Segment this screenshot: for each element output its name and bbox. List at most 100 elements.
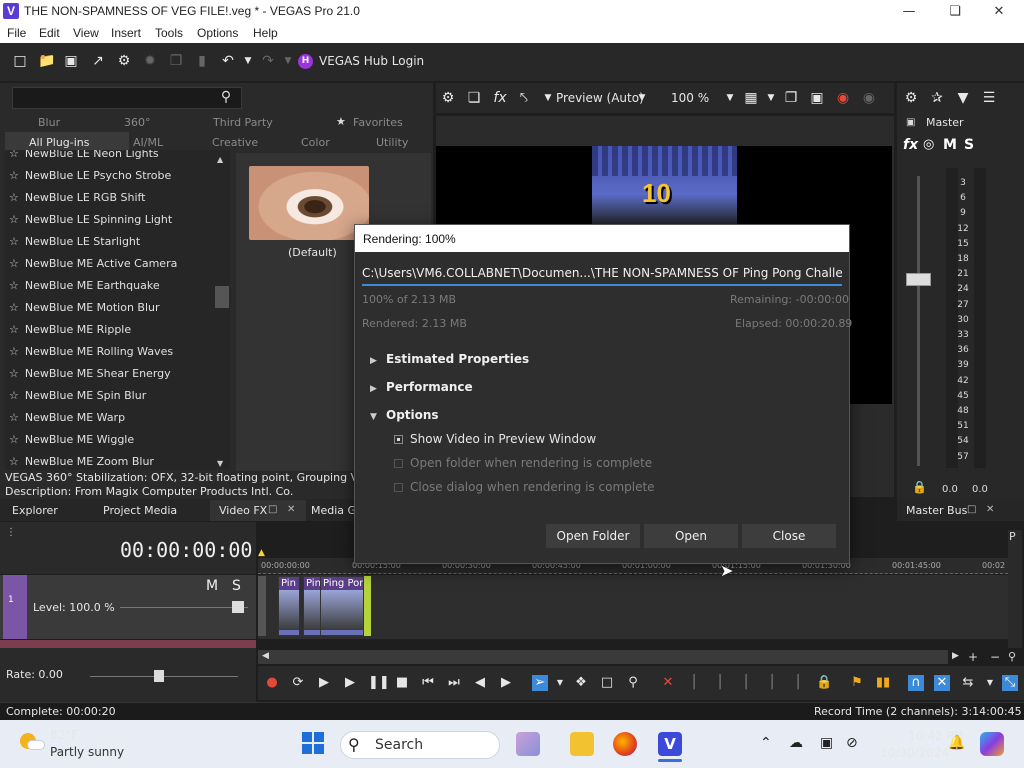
ripple-icon[interactable]: │ bbox=[790, 675, 806, 691]
tab-project-media[interactable]: Project Media bbox=[103, 504, 177, 517]
scroll-down-icon[interactable]: ▼ bbox=[217, 459, 223, 468]
track-mute-button[interactable]: M bbox=[206, 578, 218, 594]
tab-master-bus[interactable]: Master Bus bbox=[906, 504, 967, 517]
track-solo-button[interactable]: S bbox=[232, 578, 241, 594]
trim-icon[interactable]: │ bbox=[686, 675, 702, 691]
vegas-taskbar-icon[interactable]: V bbox=[658, 732, 682, 756]
undock-icon[interactable]: □ bbox=[268, 504, 277, 515]
firefox-icon[interactable] bbox=[613, 732, 637, 756]
menu-edit[interactable]: Edit bbox=[39, 26, 60, 40]
settings-gear-icon[interactable]: ⚙ bbox=[116, 53, 132, 69]
close-tab-icon[interactable]: ✕ bbox=[287, 504, 295, 515]
list-item[interactable]: ☆ NewBlue ME Rolling Waves bbox=[9, 341, 229, 363]
mixer-settings-gear-icon[interactable]: ⚙ bbox=[903, 90, 919, 106]
loop-playback-icon[interactable]: ⟳ bbox=[290, 675, 306, 691]
delete-icon[interactable]: ▮ bbox=[194, 53, 210, 69]
scroll-right-icon[interactable]: ▶ bbox=[952, 651, 959, 661]
vertical-zoom-bar[interactable] bbox=[1008, 530, 1022, 648]
close-dialog-checkbox[interactable] bbox=[394, 483, 403, 492]
category-favorites[interactable]: Favorites bbox=[353, 116, 403, 129]
grid-icon[interactable]: ▦ bbox=[743, 90, 759, 106]
redo-dropdown-icon[interactable]: ▼ bbox=[280, 53, 296, 69]
list-item[interactable]: ☆ NewBlue ME Motion Blur bbox=[9, 297, 229, 319]
list-item[interactable]: ☆ NewBlue ME Spin Blur bbox=[9, 385, 229, 407]
category-all-plugins[interactable]: All Plug-ins bbox=[29, 136, 90, 149]
insert-bus-icon[interactable]: ✰ bbox=[929, 90, 945, 106]
close-tab-icon[interactable]: ✕ bbox=[986, 504, 994, 515]
ripple-dropdown-icon[interactable]: ▼ bbox=[982, 675, 998, 691]
master-mute-button[interactable]: M bbox=[943, 137, 957, 153]
record-icon[interactable]: ● bbox=[264, 675, 280, 691]
track-color-strip[interactable] bbox=[3, 575, 27, 639]
zoom-out-icon[interactable]: − bbox=[990, 650, 1000, 664]
next-frame-icon[interactable]: ▶ bbox=[498, 675, 514, 691]
vegas-hub-icon[interactable]: H bbox=[298, 54, 313, 69]
weather-condition[interactable]: Partly sunny bbox=[50, 745, 124, 759]
search-icon[interactable]: ⚲ bbox=[218, 89, 234, 105]
video-clip[interactable]: Pin bbox=[278, 576, 300, 636]
section-options[interactable]: ▼ Options bbox=[370, 408, 439, 422]
master-fader-knob[interactable] bbox=[906, 273, 931, 286]
play-from-start-icon[interactable]: ▶ bbox=[316, 675, 332, 691]
lock-icon[interactable]: 🔒 bbox=[912, 480, 927, 494]
video-clip[interactable]: Ping Por bbox=[320, 576, 364, 636]
play-icon[interactable]: ▶ bbox=[342, 675, 358, 691]
ripple-edit-icon[interactable]: ⇆ bbox=[960, 675, 976, 691]
menu-tools[interactable]: Tools bbox=[155, 26, 183, 40]
master-checkbox-icon[interactable]: ▣ bbox=[906, 117, 915, 128]
zoom-tool-icon[interactable]: ⚲ bbox=[625, 675, 641, 691]
category-360[interactable]: 360° bbox=[124, 116, 151, 129]
master-solo-button[interactable]: S bbox=[964, 137, 974, 153]
list-item[interactable]: ☆ NewBlue LE Starlight bbox=[9, 231, 229, 253]
lock-clip-icon[interactable]: 🔒 bbox=[816, 675, 832, 691]
list-item[interactable]: ☆ NewBlue ME Wiggle bbox=[9, 429, 229, 451]
timeline-scrollbar[interactable] bbox=[258, 650, 948, 664]
menu-options[interactable]: Options bbox=[197, 26, 238, 40]
insert-marker-icon[interactable]: ⚑ bbox=[849, 675, 865, 691]
list-item[interactable]: ☆ NewBlue ME Active Camera bbox=[9, 253, 229, 275]
category-ai-ml[interactable]: AI/ML bbox=[133, 136, 163, 149]
lock-envelopes-icon[interactable]: ⤡ bbox=[1002, 675, 1018, 691]
selection-tool-icon[interactable]: □ bbox=[599, 675, 615, 691]
network-icon[interactable]: ☁ bbox=[789, 735, 803, 751]
render-icon[interactable]: ↗ bbox=[90, 53, 106, 69]
copy-snapshot-icon[interactable]: ❐ bbox=[783, 90, 799, 106]
restore-button[interactable]: ❏ bbox=[932, 0, 978, 23]
copilot-widget-icon[interactable] bbox=[516, 732, 540, 756]
loop-region-end[interactable] bbox=[364, 576, 371, 636]
copy-icon[interactable]: ❐ bbox=[168, 53, 184, 69]
go-to-start-icon[interactable]: ⏮ bbox=[420, 675, 436, 691]
list-item[interactable]: ☆ NewBlue ME Earthquake bbox=[9, 275, 229, 297]
plugin-list-scrollbar[interactable] bbox=[214, 153, 230, 467]
open-folder-icon[interactable]: 📁 bbox=[38, 53, 55, 69]
taskbar-date[interactable]: 10/30/2024 bbox=[880, 746, 949, 760]
undo-icon[interactable]: ↶ bbox=[220, 53, 236, 69]
list-item[interactable]: ☆ NewBlue LE Spinning Light bbox=[9, 209, 229, 231]
category-blur[interactable]: Blur bbox=[38, 116, 60, 129]
scroll-up-icon[interactable]: ▲ bbox=[217, 155, 223, 164]
track-level-slider[interactable] bbox=[120, 607, 248, 608]
preview-settings-gear-icon[interactable]: ⚙ bbox=[440, 90, 456, 106]
auto-crossfade-icon[interactable]: ✕ bbox=[934, 675, 950, 691]
fx-search-input[interactable] bbox=[12, 87, 242, 109]
open-folder-checkbox[interactable] bbox=[394, 459, 403, 468]
scroll-left-icon[interactable]: ◀ bbox=[262, 651, 269, 661]
mixer-sliders-icon[interactable]: ☰ bbox=[981, 90, 997, 106]
scrollbar-thumb[interactable] bbox=[215, 286, 229, 308]
list-item[interactable]: ☆ NewBlue LE RGB Shift bbox=[9, 187, 229, 209]
pin-icon[interactable]: P bbox=[1009, 530, 1016, 543]
menu-help[interactable]: Help bbox=[253, 26, 278, 40]
edit-tool-dropdown-icon[interactable]: ▼ bbox=[552, 675, 568, 691]
preview-quality-select[interactable]: Preview (Auto) bbox=[556, 91, 644, 105]
normal-edit-tool-icon[interactable]: ➢ bbox=[532, 675, 548, 691]
save-icon[interactable]: ▣ bbox=[63, 53, 79, 69]
weather-temp[interactable]: 82°F bbox=[50, 728, 78, 742]
zoom-tool-icon[interactable]: ⚲ bbox=[1008, 650, 1016, 663]
previous-frame-icon[interactable]: ◀ bbox=[472, 675, 488, 691]
go-to-end-icon[interactable]: ⏭ bbox=[446, 675, 462, 691]
vegas-effects-icon[interactable]: ◉ bbox=[835, 90, 851, 106]
zoom-in-icon[interactable]: + bbox=[968, 650, 978, 664]
redo-icon[interactable]: ↷ bbox=[260, 53, 276, 69]
trim-start-icon[interactable]: │ bbox=[738, 675, 754, 691]
show-video-checkbox[interactable] bbox=[394, 435, 403, 444]
